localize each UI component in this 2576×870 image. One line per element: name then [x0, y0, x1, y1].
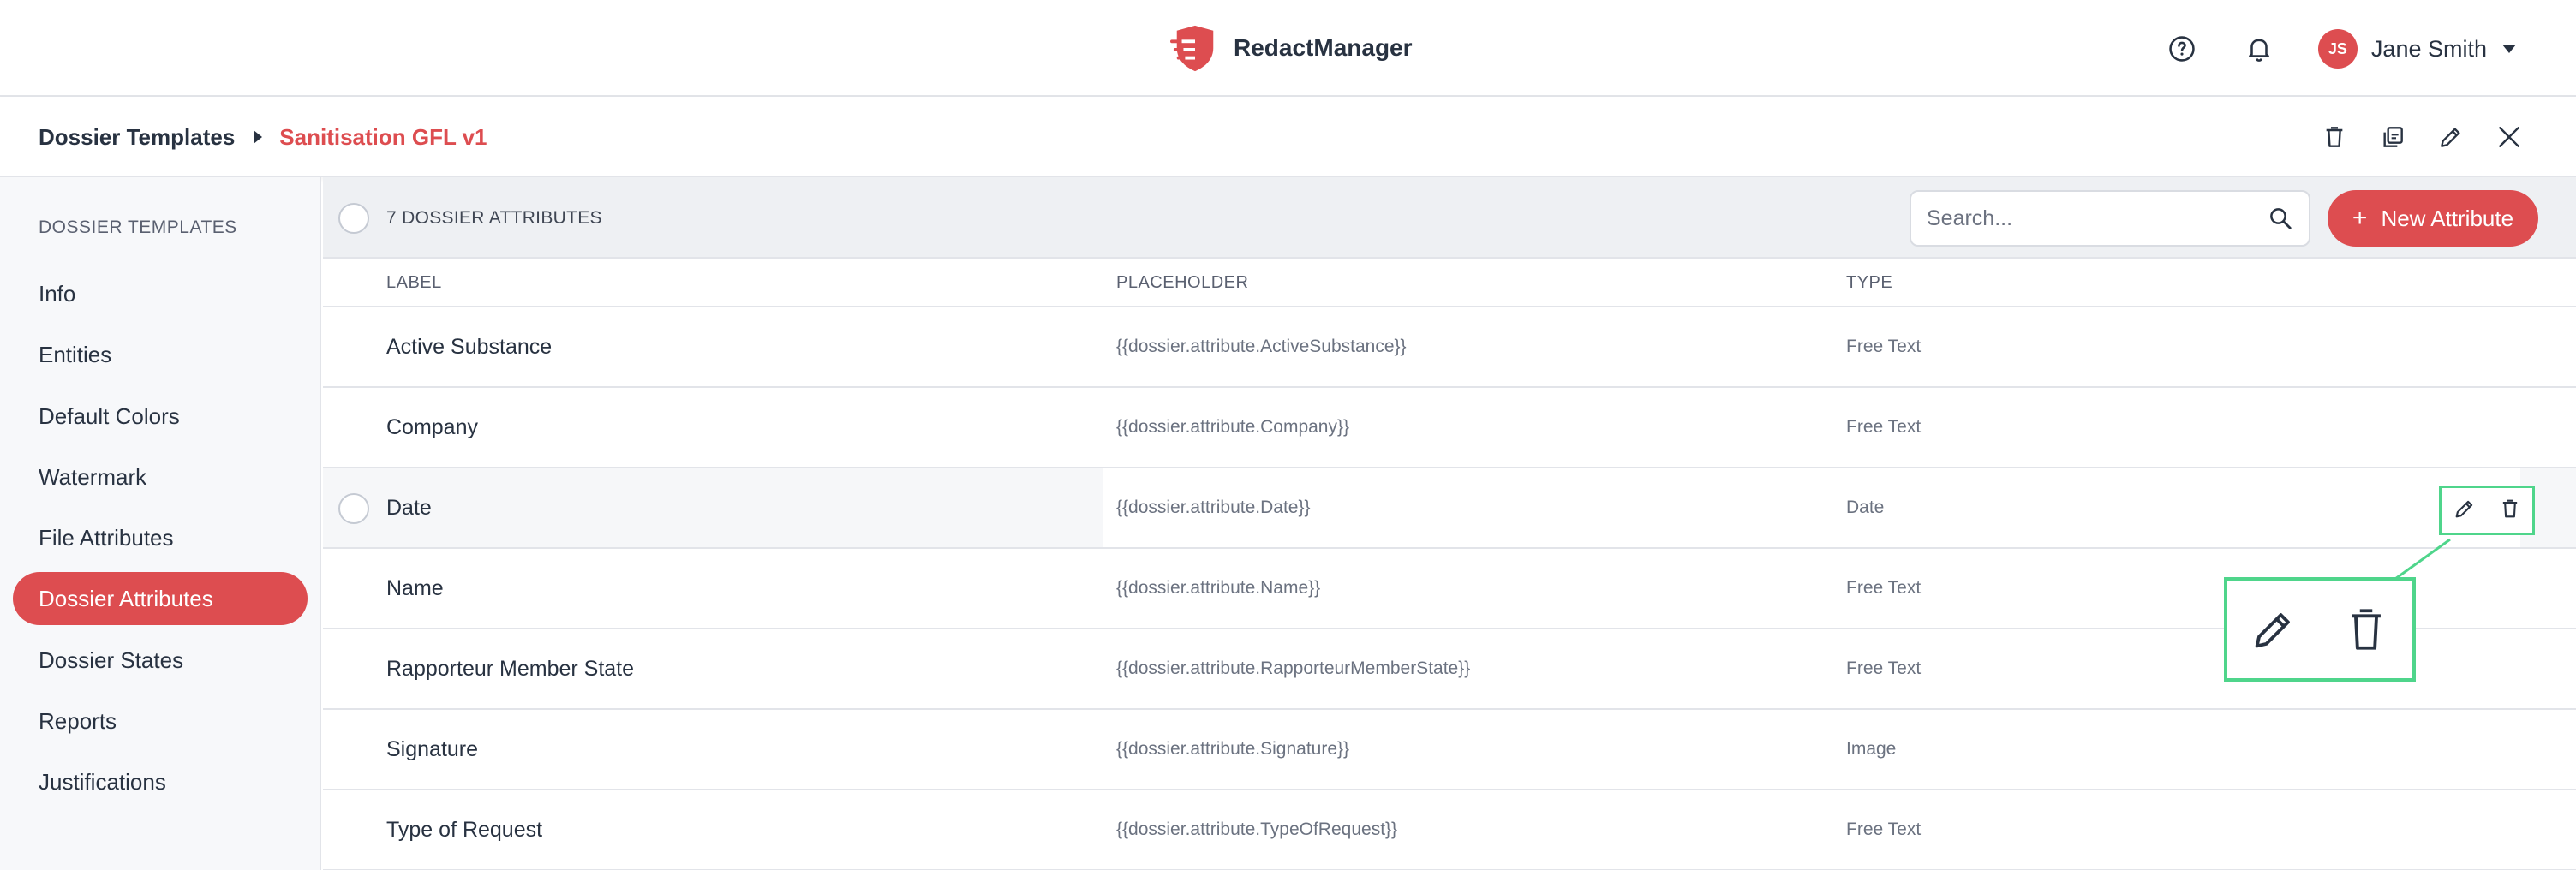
row-placeholder: {{dossier.attribute.Signature}}	[1116, 739, 1350, 759]
row-placeholder: {{dossier.attribute.Name}}	[1116, 578, 1321, 598]
row-placeholder: {{dossier.attribute.Date}}	[1116, 498, 1311, 517]
row-placeholder: {{dossier.attribute.ActiveSubstance}}	[1116, 337, 1407, 356]
breadcrumb-current[interactable]: Sanitisation GFL v1	[279, 124, 487, 151]
table-row[interactable]: Company {{dossier.attribute.Company}} Fr…	[323, 388, 2576, 468]
row-type: Image	[1846, 739, 1897, 759]
select-all-checkbox[interactable]	[338, 203, 369, 234]
edit-template-button[interactable]	[2422, 112, 2480, 162]
table-toolbar: 7 DOSSIER ATTRIBUTES + New Attribute	[323, 177, 2576, 259]
avatar[interactable]: JS	[2317, 29, 2358, 69]
row-label: Date	[386, 495, 432, 520]
table-row[interactable]: Active Substance {{dossier.attribute.Act…	[323, 307, 2576, 388]
user-name[interactable]: Jane Smith	[2371, 36, 2487, 63]
close-icon	[2499, 127, 2519, 147]
main-content: 7 DOSSIER ATTRIBUTES + New Attribute LAB…	[323, 177, 2576, 870]
delete-attribute-button[interactable]	[2498, 497, 2522, 525]
trash-icon	[2326, 127, 2343, 147]
row-type: Date	[1846, 498, 1885, 517]
copy-template-button[interactable]	[2364, 112, 2422, 162]
table-row-hovered[interactable]: Date {{dossier.attribute.Date}} Date	[323, 468, 2576, 549]
sidebar: DOSSIER TEMPLATES Info Entities Default …	[0, 177, 321, 870]
brand-name: RedactManager	[1234, 34, 1413, 61]
edit-attribute-button[interactable]	[2453, 497, 2477, 525]
column-header-type[interactable]: TYPE	[1846, 259, 1892, 307]
chevron-down-icon[interactable]	[2502, 45, 2516, 53]
sidebar-item-dossier-states[interactable]: Dossier States	[13, 634, 308, 687]
row-type: Free Text	[1846, 578, 1922, 598]
row-type: Free Text	[1846, 819, 1922, 839]
row-label: Company	[386, 414, 478, 439]
attribute-count: 7 DOSSIER ATTRIBUTES	[386, 207, 602, 228]
row-placeholder: {{dossier.attribute.TypeOfRequest}}	[1116, 819, 1398, 839]
trash-icon	[2502, 499, 2517, 517]
sidebar-item-file-attributes[interactable]: File Attributes	[13, 511, 308, 564]
row-label: Name	[386, 575, 444, 600]
copy-icon	[2383, 127, 2403, 147]
sidebar-item-dossier-attributes[interactable]: Dossier Attributes	[13, 572, 308, 625]
help-button[interactable]	[2157, 24, 2207, 74]
bell-icon	[2249, 39, 2269, 62]
row-label: Type of Request	[386, 817, 543, 842]
notifications-button[interactable]	[2234, 24, 2284, 74]
breadcrumb: Dossier Templates Sanitisation GFL v1	[39, 97, 487, 177]
sidebar-item-watermark[interactable]: Watermark	[13, 450, 308, 504]
pencil-icon	[2441, 128, 2460, 147]
redact-shield-icon	[1170, 25, 1214, 72]
sidebar-item-info[interactable]: Info	[13, 267, 308, 320]
column-header-label[interactable]: LABEL	[386, 259, 442, 307]
help-circle-icon	[2169, 36, 2195, 62]
search-input[interactable]	[1927, 206, 2268, 231]
breadcrumb-bar: Dossier Templates Sanitisation GFL v1	[0, 97, 2576, 177]
sidebar-item-default-colors[interactable]: Default Colors	[13, 390, 308, 443]
row-type: Free Text	[1846, 337, 1922, 356]
row-type: Free Text	[1846, 658, 1922, 678]
breadcrumb-root[interactable]: Dossier Templates	[39, 124, 235, 151]
pencil-icon	[2455, 500, 2472, 517]
sidebar-item-entities[interactable]: Entities	[13, 328, 308, 381]
row-placeholder: {{dossier.attribute.RapporteurMemberStat…	[1116, 658, 1471, 678]
pencil-icon	[2255, 613, 2290, 648]
row-label: Active Substance	[386, 334, 553, 359]
caret-right-icon	[254, 130, 263, 144]
top-bar: RedactManager JS Jane Smith	[0, 0, 2576, 97]
table-row[interactable]: Type of Request {{dossier.attribute.Type…	[323, 790, 2576, 870]
new-attribute-label: New Attribute	[2381, 205, 2514, 231]
table-row[interactable]: Signature {{dossier.attribute.Signature}…	[323, 710, 2576, 790]
row-label: Signature	[386, 736, 479, 761]
sidebar-item-reports[interactable]: Reports	[13, 694, 308, 748]
trash-icon	[2352, 609, 2381, 650]
row-highlight-band	[1103, 468, 2520, 547]
brand-logo[interactable]: RedactManager	[1170, 22, 1413, 74]
search-icon[interactable]	[2268, 206, 2293, 231]
delete-template-button[interactable]	[2305, 112, 2364, 162]
sidebar-heading: DOSSIER TEMPLATES	[39, 218, 237, 237]
row-placeholder: {{dossier.attribute.Company}}	[1116, 417, 1350, 437]
row-select-checkbox[interactable]	[338, 493, 369, 524]
row-type: Free Text	[1846, 417, 1922, 437]
plus-icon: +	[2352, 204, 2368, 232]
new-attribute-button[interactable]: + New Attribute	[2328, 190, 2538, 247]
close-button[interactable]	[2480, 112, 2538, 162]
row-actions	[2439, 486, 2535, 535]
zoom-callout	[2224, 577, 2416, 682]
row-label: Rapporteur Member State	[386, 656, 635, 681]
search-box[interactable]	[1910, 190, 2310, 247]
sidebar-item-justifications[interactable]: Justifications	[13, 755, 308, 808]
column-header-placeholder[interactable]: PLACEHOLDER	[1116, 259, 1248, 307]
table-header: LABEL PLACEHOLDER TYPE	[323, 259, 2576, 307]
